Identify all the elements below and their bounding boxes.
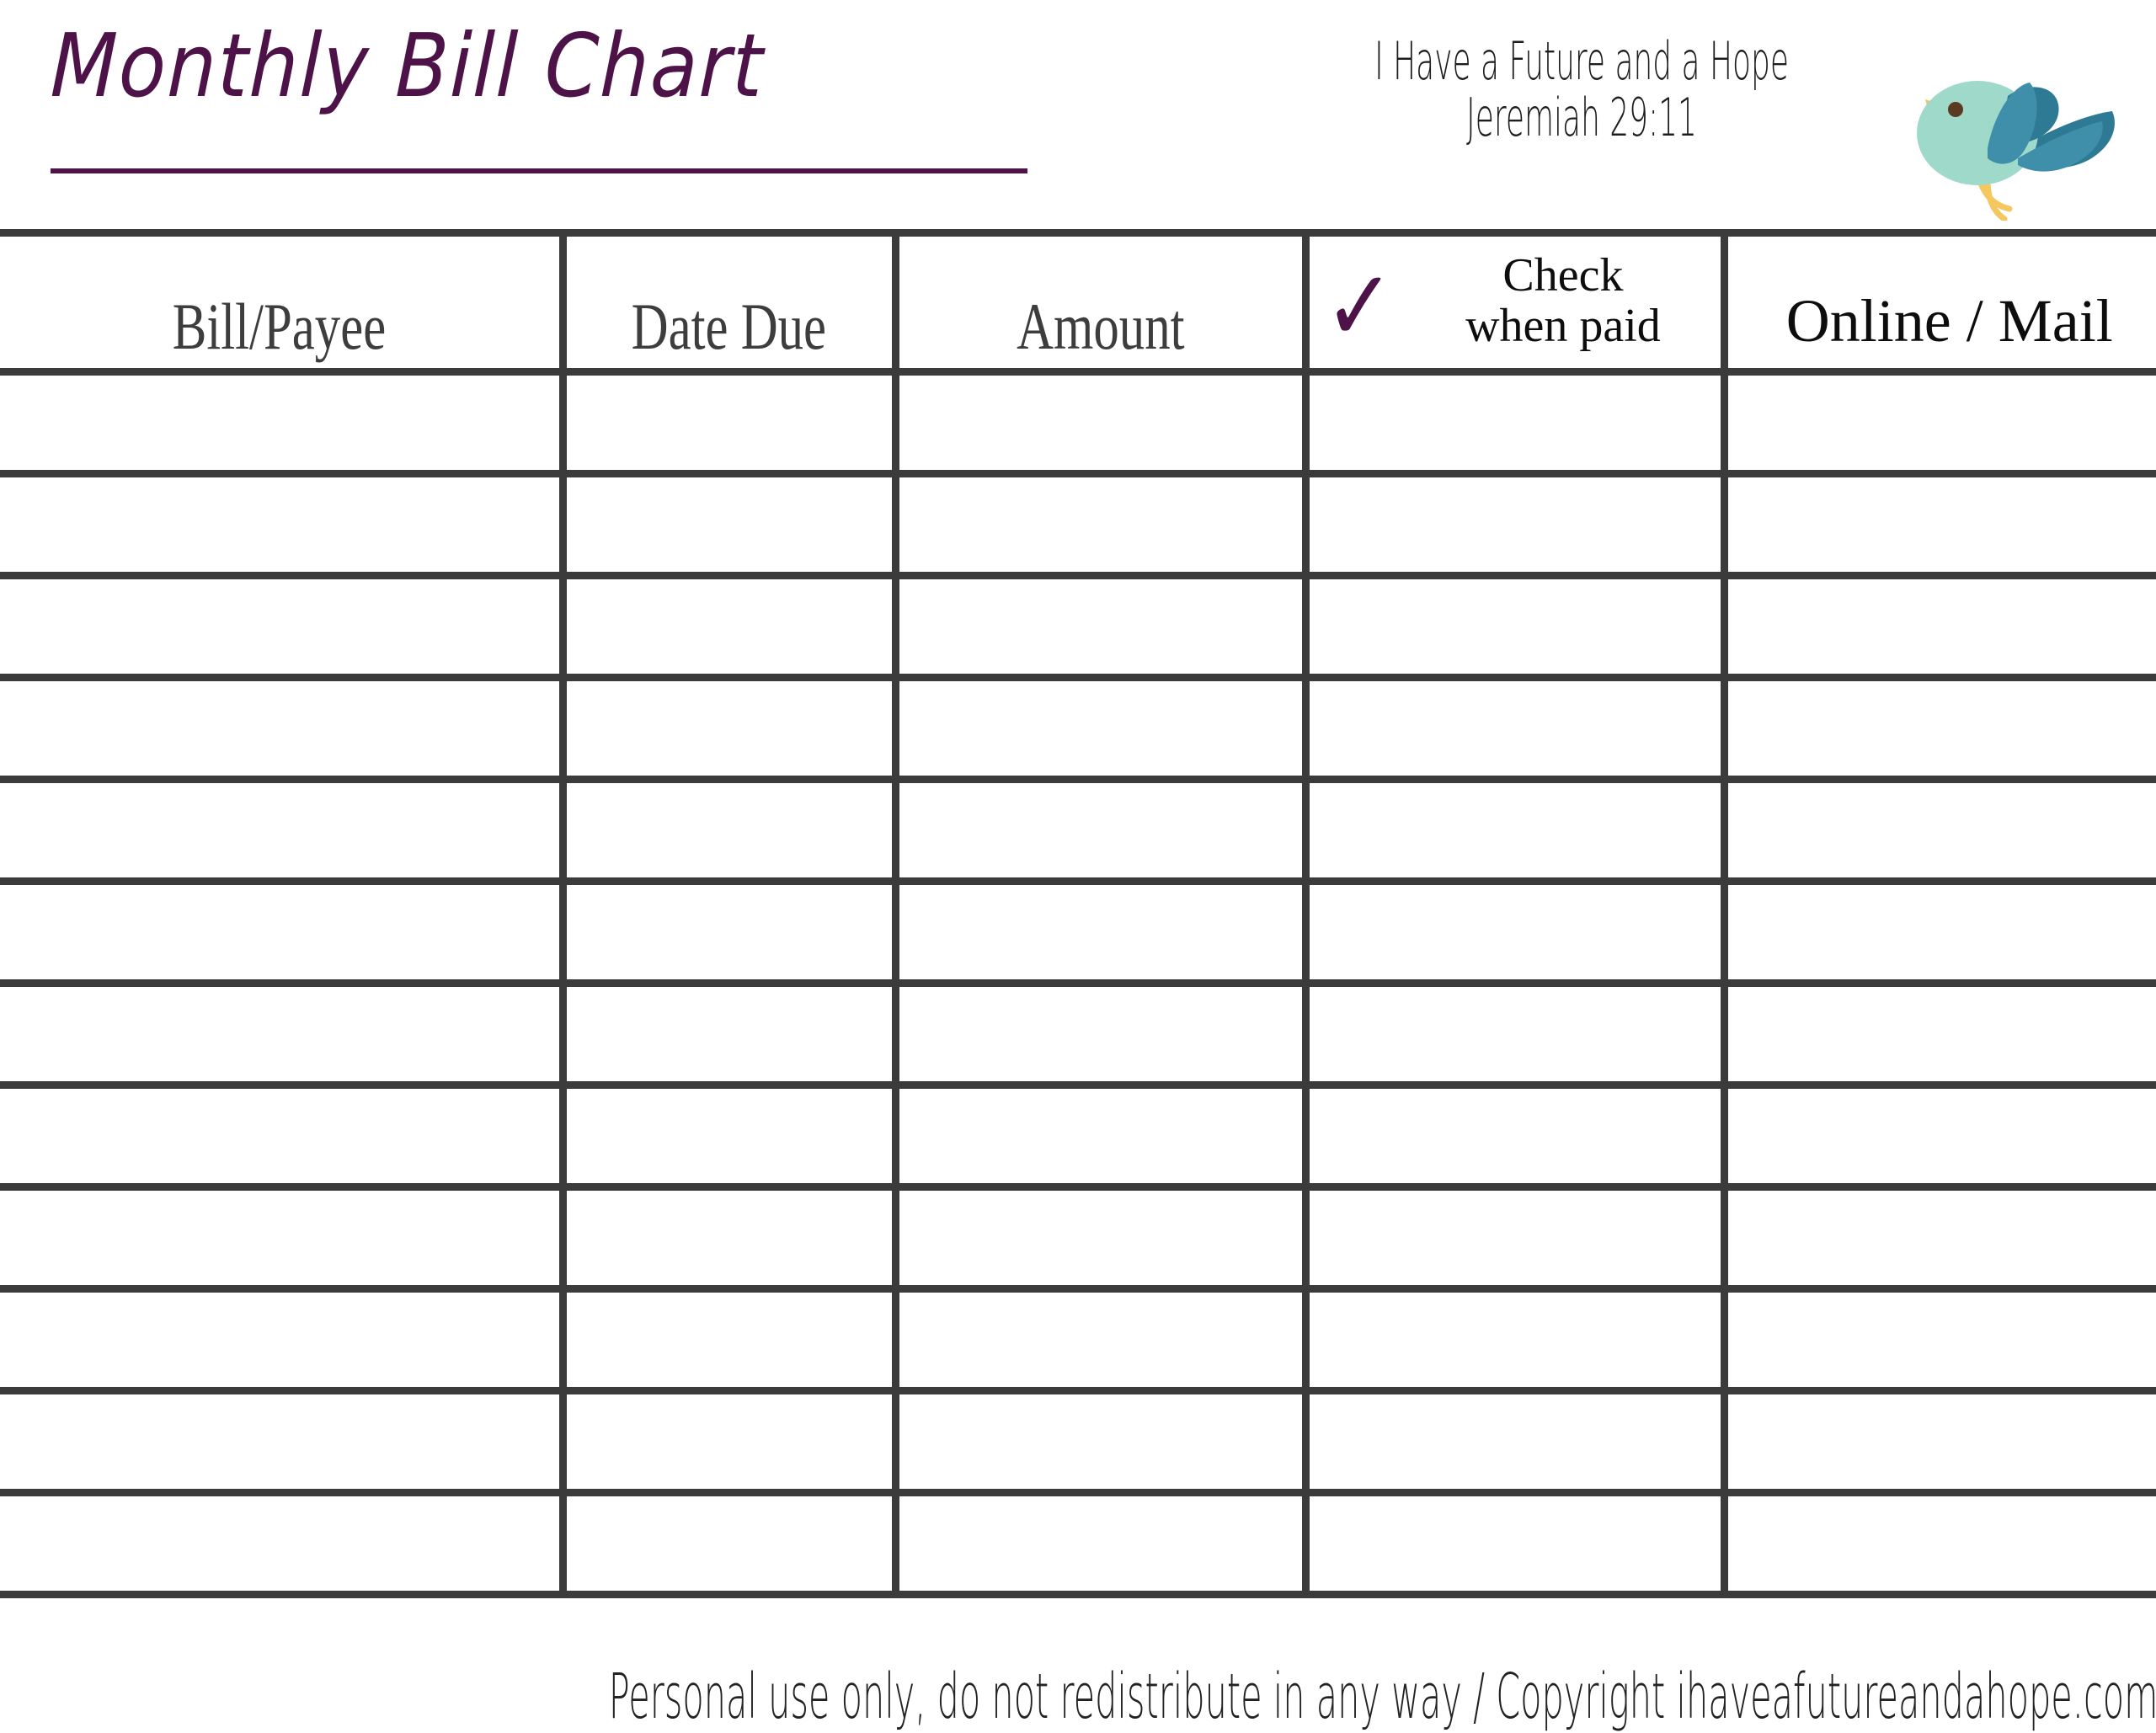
page-header: Monthly Bill Chart I Have a Future and a… (0, 0, 2156, 229)
column-header-online-mail: Online / Mail (1720, 229, 2156, 376)
column-header-check-when-paid-label: Check when paid (1406, 248, 1720, 355)
cell-bill_payee[interactable] (0, 1183, 563, 1293)
cell-online_mail[interactable] (1720, 1489, 2156, 1598)
table-row (0, 1081, 2156, 1191)
cell-amount[interactable] (891, 1183, 1305, 1293)
cell-online_mail[interactable] (1720, 1387, 2156, 1496)
cell-online_mail[interactable] (1720, 470, 2156, 579)
cell-amount[interactable] (891, 979, 1305, 1089)
page-title-underline (51, 168, 1027, 173)
table-header-row: Bill/Payee Date Due Amount ✓ Check when … (0, 229, 2156, 376)
cell-date_due[interactable] (558, 470, 895, 579)
cell-online_mail[interactable] (1720, 1081, 2156, 1191)
cell-bill_payee[interactable] (0, 776, 563, 885)
check-label-line-2: when paid (1465, 300, 1661, 352)
cell-online_mail[interactable] (1720, 674, 2156, 783)
cell-check_when_paid[interactable] (1301, 1387, 1724, 1496)
cell-online_mail[interactable] (1720, 877, 2156, 987)
cell-date_due[interactable] (558, 979, 895, 1089)
check-label-line-1: Check (1502, 248, 1624, 301)
table-row (0, 1183, 2156, 1293)
table-row (0, 1489, 2156, 1598)
cell-date_due[interactable] (558, 1387, 895, 1496)
column-header-amount: Amount (891, 229, 1305, 376)
column-header-check-when-paid: ✓ Check when paid (1301, 229, 1724, 376)
cell-date_due[interactable] (558, 776, 895, 885)
cell-bill_payee[interactable] (0, 979, 563, 1089)
scripture-verse: I Have a Future and a Hope Jeremiah 29:1… (1225, 30, 1939, 148)
table-row (0, 470, 2156, 579)
cell-check_when_paid[interactable] (1301, 368, 1724, 477)
copyright-notice: Personal use only, do not redistribute i… (0, 1666, 2156, 1728)
column-header-date-due: Date Due (558, 229, 895, 376)
table-row (0, 674, 2156, 783)
cell-date_due[interactable] (558, 1489, 895, 1598)
table-row (0, 979, 2156, 1089)
cell-amount[interactable] (891, 368, 1305, 477)
table-body (0, 368, 2156, 1598)
cell-date_due[interactable] (558, 1081, 895, 1191)
copyright-notice-text: Personal use only, do not redistribute i… (608, 1661, 2156, 1733)
cell-bill_payee[interactable] (0, 368, 563, 477)
verse-text: I Have a Future and a Hope (1374, 30, 1789, 92)
column-header-bill-payee-label: Bill/Payee (173, 290, 387, 363)
cell-check_when_paid[interactable] (1301, 1081, 1724, 1191)
table-row (0, 368, 2156, 477)
cell-date_due[interactable] (558, 368, 895, 477)
cell-online_mail[interactable] (1720, 368, 2156, 477)
cell-bill_payee[interactable] (0, 572, 563, 681)
cell-date_due[interactable] (558, 572, 895, 681)
cell-online_mail[interactable] (1720, 1285, 2156, 1394)
cell-bill_payee[interactable] (0, 470, 563, 579)
cell-check_when_paid[interactable] (1301, 674, 1724, 783)
column-header-amount-label: Amount (1016, 290, 1185, 363)
cell-bill_payee[interactable] (0, 877, 563, 987)
cell-bill_payee[interactable] (0, 1489, 563, 1598)
cell-online_mail[interactable] (1720, 572, 2156, 681)
cell-amount[interactable] (891, 1081, 1305, 1191)
cell-check_when_paid[interactable] (1301, 1285, 1724, 1394)
cell-amount[interactable] (891, 572, 1305, 681)
cell-check_when_paid[interactable] (1301, 1489, 1724, 1598)
bird-icon (1907, 52, 2134, 222)
cell-online_mail[interactable] (1720, 776, 2156, 885)
cell-amount[interactable] (891, 1285, 1305, 1394)
table-row (0, 1387, 2156, 1496)
cell-bill_payee[interactable] (0, 674, 563, 783)
table-row (0, 776, 2156, 885)
cell-date_due[interactable] (558, 1285, 895, 1394)
cell-check_when_paid[interactable] (1301, 1183, 1724, 1293)
cell-check_when_paid[interactable] (1301, 776, 1724, 885)
cell-amount[interactable] (891, 470, 1305, 579)
cell-bill_payee[interactable] (0, 1387, 563, 1496)
cell-check_when_paid[interactable] (1301, 572, 1724, 681)
cell-date_due[interactable] (558, 674, 895, 783)
column-header-date-due-label: Date Due (631, 290, 827, 363)
cell-check_when_paid[interactable] (1301, 979, 1724, 1089)
checkmark-icon: ✓ (1323, 247, 1395, 364)
table-row (0, 1285, 2156, 1394)
verse-reference: Jeremiah 29:11 (1466, 87, 1697, 149)
page-title: Monthly Bill Chart (49, 14, 766, 117)
cell-online_mail[interactable] (1720, 979, 2156, 1089)
cell-check_when_paid[interactable] (1301, 470, 1724, 579)
cell-online_mail[interactable] (1720, 1183, 2156, 1293)
cell-amount[interactable] (891, 776, 1305, 885)
cell-amount[interactable] (891, 877, 1305, 987)
cell-amount[interactable] (891, 1387, 1305, 1496)
cell-check_when_paid[interactable] (1301, 877, 1724, 987)
table-row (0, 572, 2156, 681)
cell-date_due[interactable] (558, 877, 895, 987)
cell-amount[interactable] (891, 674, 1305, 783)
cell-amount[interactable] (891, 1489, 1305, 1598)
monthly-bill-table: Bill/Payee Date Due Amount ✓ Check when … (0, 229, 2156, 1598)
cell-bill_payee[interactable] (0, 1285, 563, 1394)
column-header-online-mail-label: Online / Mail (1785, 287, 2113, 355)
column-header-bill-payee: Bill/Payee (0, 229, 563, 376)
cell-bill_payee[interactable] (0, 1081, 563, 1191)
table-row (0, 877, 2156, 987)
cell-date_due[interactable] (558, 1183, 895, 1293)
